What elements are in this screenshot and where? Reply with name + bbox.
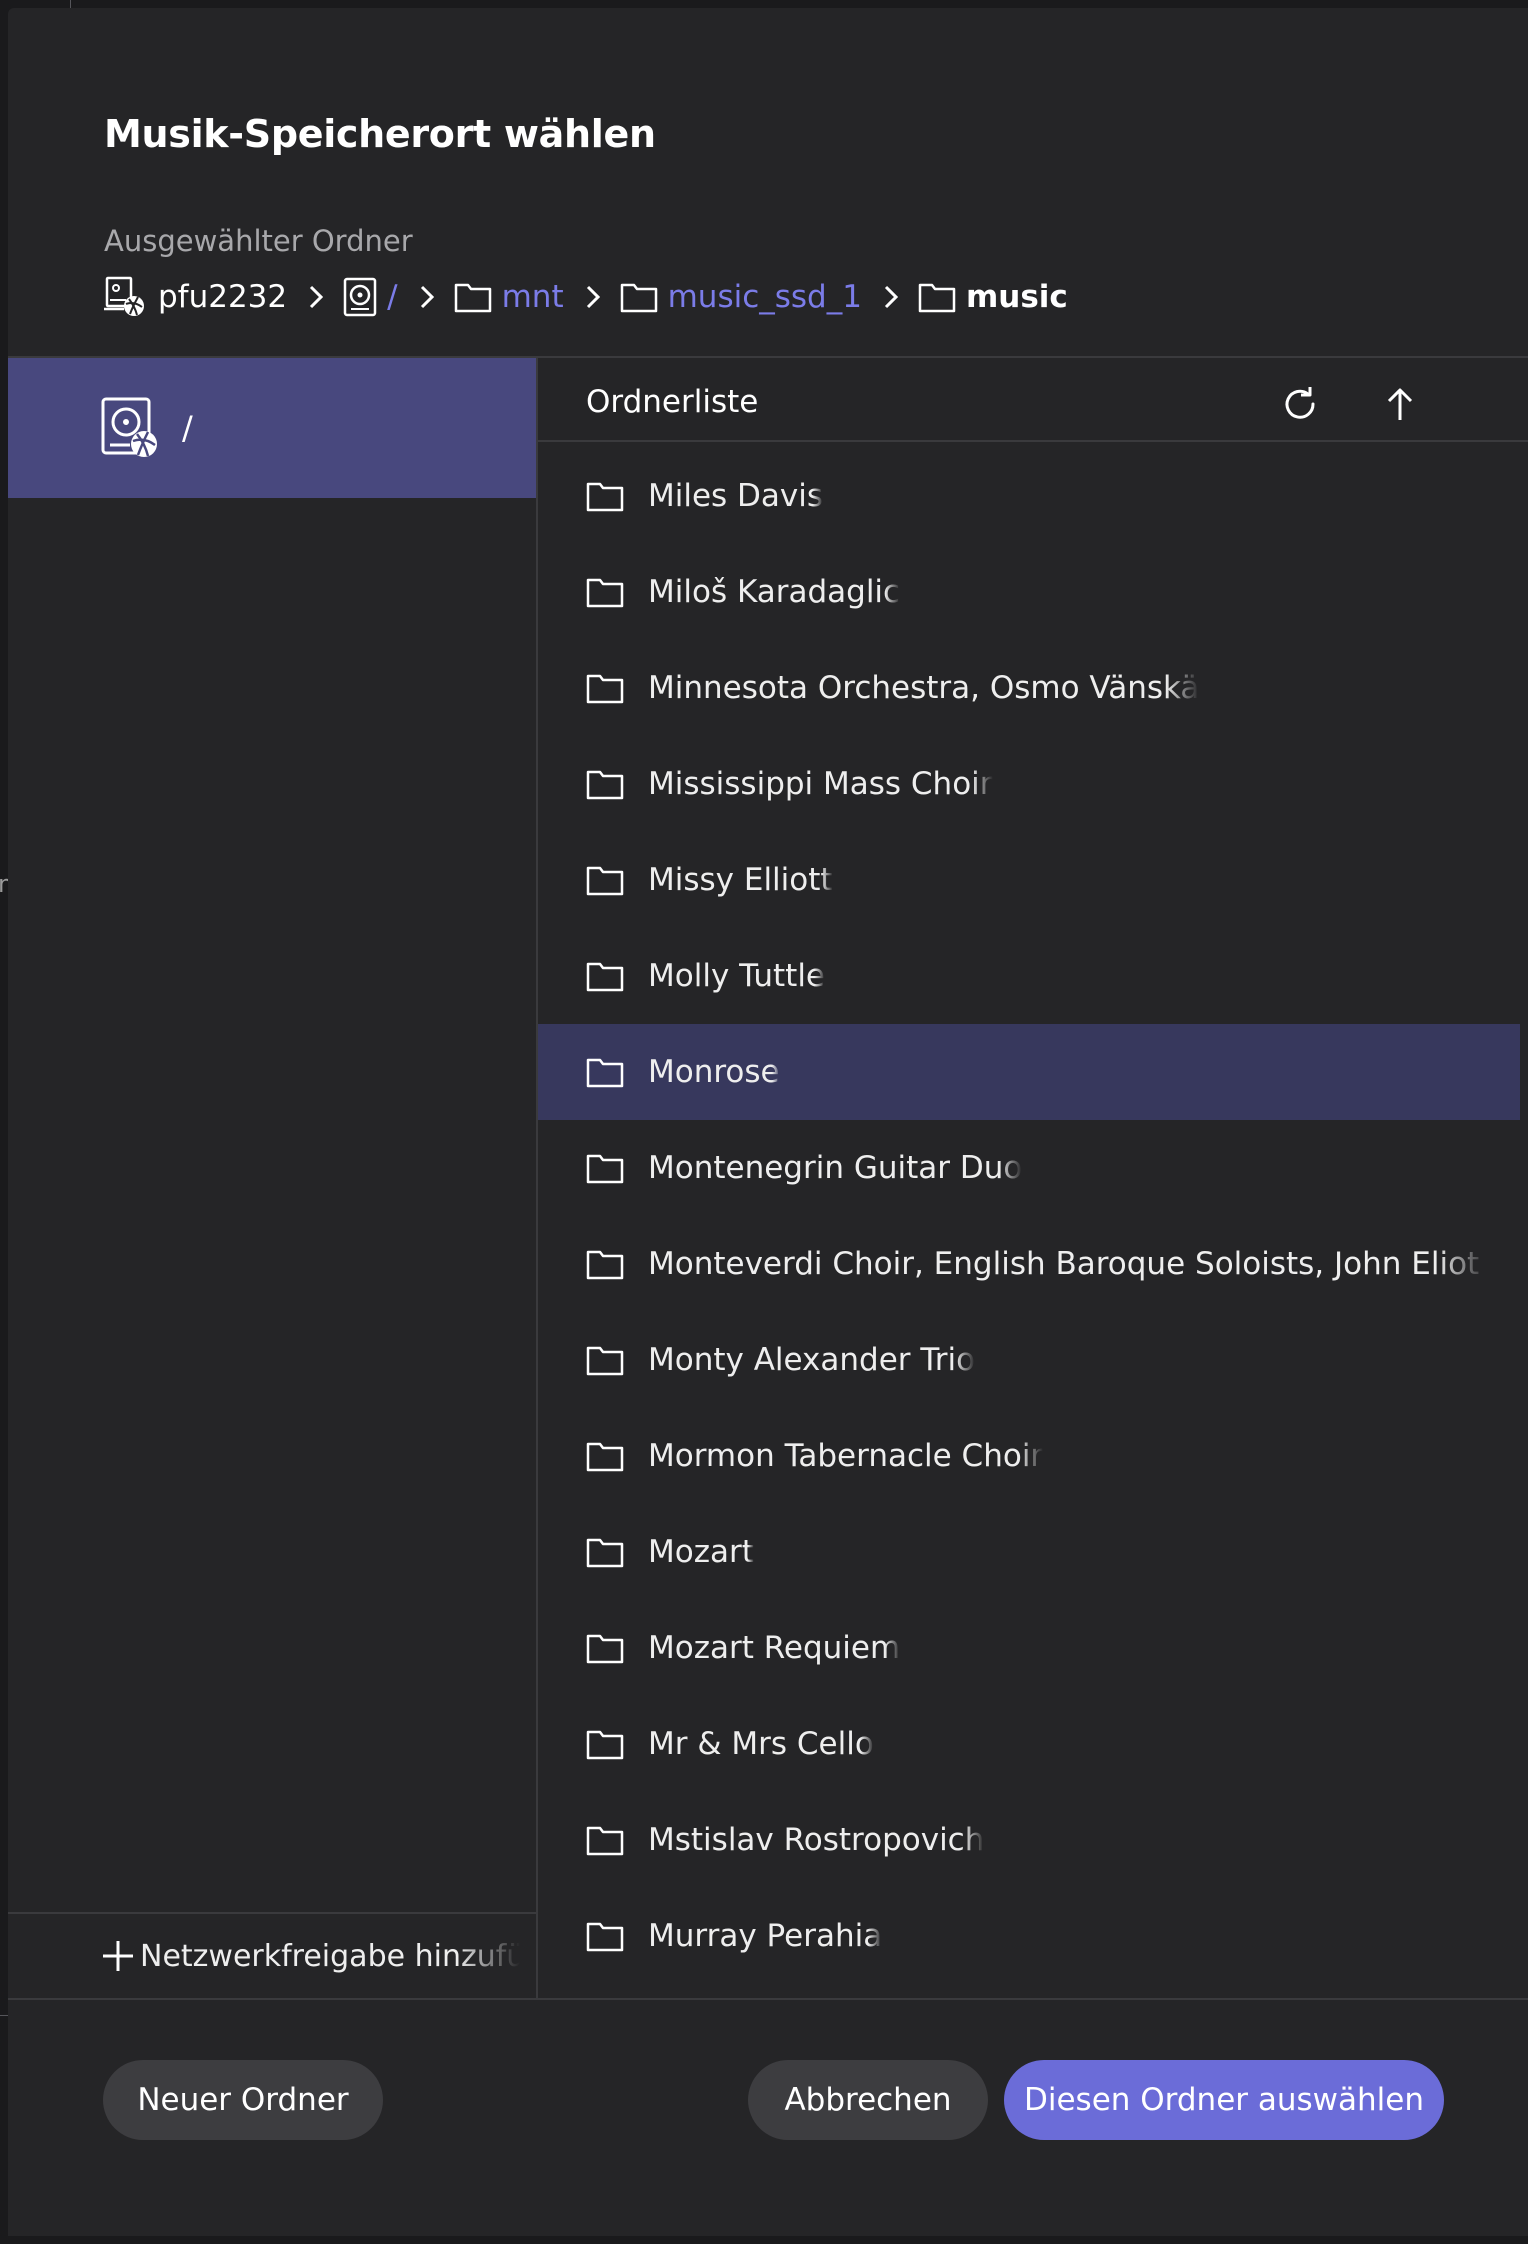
divider bbox=[8, 1998, 1528, 2000]
folder-item[interactable]: Murray Perahia bbox=[538, 1888, 1528, 1984]
folder-item[interactable]: Mozart bbox=[538, 1504, 1528, 1600]
folder-name: Mstislav Rostropovich bbox=[648, 1822, 985, 1858]
folder-picker-dialog: Musik-Speicherort wählen Ausgewählter Or… bbox=[8, 8, 1528, 2236]
add-share-label: Netzwerkfreigabe hinzufü bbox=[140, 1938, 520, 1974]
chevron-right-icon bbox=[884, 285, 898, 309]
folder-name: Mozart Requiem bbox=[648, 1630, 901, 1666]
choose-folder-button[interactable]: Diesen Ordner auswählen bbox=[1004, 2060, 1444, 2140]
server-icon bbox=[104, 276, 148, 318]
breadcrumb-item-music-ssd-1[interactable]: music_ssd_1 bbox=[620, 279, 862, 315]
backdrop-divider bbox=[70, 0, 71, 8]
folder-list-title: Ordnerliste bbox=[586, 384, 759, 420]
folder-item[interactable]: Mississippi Mass Choir bbox=[538, 736, 1528, 832]
network-drive-icon bbox=[100, 396, 160, 460]
chevron-right-icon bbox=[420, 285, 434, 309]
breadcrumb-item-music: music bbox=[918, 279, 1068, 315]
folder-item[interactable]: Monteverdi Choir, English Baroque Solois… bbox=[538, 1216, 1528, 1312]
folder-item[interactable]: Missy Elliott bbox=[538, 832, 1528, 928]
folder-name: Monty Alexander Trio bbox=[648, 1342, 976, 1378]
storage-sidebar: / Netzwerkfreigabe hinzufü bbox=[8, 358, 536, 1998]
breadcrumb-label: music bbox=[965, 279, 1068, 315]
folder-icon bbox=[586, 1632, 624, 1664]
dialog-title: Musik-Speicherort wählen bbox=[104, 112, 656, 156]
breadcrumb-item-mnt[interactable]: mnt bbox=[454, 279, 564, 315]
folder-icon bbox=[586, 1728, 624, 1760]
backdrop-divider bbox=[0, 2015, 8, 2016]
folder-name: Mississippi Mass Choir bbox=[648, 766, 993, 802]
folder-icon bbox=[586, 768, 624, 800]
breadcrumb-label: mnt bbox=[501, 279, 564, 315]
folder-icon bbox=[586, 960, 624, 992]
folder-item[interactable]: Mr & Mrs Cello bbox=[538, 1696, 1528, 1792]
folder-item[interactable]: Molly Tuttle bbox=[538, 928, 1528, 1024]
folder-icon bbox=[586, 1344, 624, 1376]
folder-item[interactable]: Montenegrin Guitar Duo bbox=[538, 1120, 1528, 1216]
breadcrumb-label: music_ssd_1 bbox=[667, 279, 862, 315]
folder-icon bbox=[586, 1152, 624, 1184]
folder-icon bbox=[586, 1440, 624, 1472]
breadcrumb-label: pfu2232 bbox=[158, 279, 288, 315]
plus-icon bbox=[100, 1938, 136, 1974]
folder-item[interactable]: Miles Davis bbox=[538, 448, 1528, 544]
breadcrumb: pfu2232 / mnt music_ssd_1 music bbox=[104, 272, 1068, 322]
folder-item[interactable]: Monty Alexander Trio bbox=[538, 1312, 1528, 1408]
chevron-right-icon bbox=[309, 285, 324, 309]
folder-icon bbox=[918, 281, 956, 313]
breadcrumb-item-root[interactable]: / bbox=[343, 277, 398, 317]
folder-icon bbox=[586, 1056, 624, 1088]
add-network-share-button[interactable]: Netzwerkfreigabe hinzufü bbox=[100, 1938, 520, 1974]
folder-icon bbox=[586, 480, 624, 512]
refresh-icon[interactable] bbox=[1280, 384, 1320, 424]
sidebar-item-label: / bbox=[182, 409, 193, 447]
folder-name: Montenegrin Guitar Duo bbox=[648, 1150, 1023, 1186]
chevron-right-icon bbox=[586, 285, 600, 309]
folder-item[interactable]: Mormon Tabernacle Choir bbox=[538, 1408, 1528, 1504]
folder-name: Molly Tuttle bbox=[648, 958, 826, 994]
folder-item[interactable]: Minnesota Orchestra, Osmo Vänskä bbox=[538, 640, 1528, 736]
folder-name: Miloš Karadaglic bbox=[648, 574, 901, 610]
breadcrumb-label: / bbox=[387, 279, 398, 315]
folder-icon bbox=[586, 1248, 624, 1280]
new-folder-button[interactable]: Neuer Ordner bbox=[103, 2060, 383, 2140]
folder-icon bbox=[454, 281, 492, 313]
folder-item[interactable]: Mozart Requiem bbox=[538, 1600, 1528, 1696]
folder-name: Missy Elliott bbox=[648, 862, 833, 898]
folder-name: Monrose bbox=[648, 1054, 780, 1090]
folder-name: Mormon Tabernacle Choir bbox=[648, 1438, 1044, 1474]
folder-name: Miles Davis bbox=[648, 478, 824, 514]
sidebar-item-root[interactable]: / bbox=[8, 358, 536, 498]
drive-icon bbox=[343, 277, 377, 317]
folder-item[interactable]: Mstislav Rostropovich bbox=[538, 1792, 1528, 1888]
arrow-up-icon[interactable] bbox=[1380, 384, 1420, 424]
folder-list-header: Ordnerliste bbox=[538, 358, 1528, 446]
folder-name: Mr & Mrs Cello bbox=[648, 1726, 874, 1762]
folder-item[interactable]: Miloš Karadaglic bbox=[538, 544, 1528, 640]
breadcrumb-item-server[interactable]: pfu2232 bbox=[104, 276, 287, 318]
folder-icon bbox=[586, 1536, 624, 1568]
folder-name: Monteverdi Choir, English Baroque Solois… bbox=[648, 1246, 1488, 1282]
folder-icon bbox=[620, 281, 658, 313]
folder-icon bbox=[586, 864, 624, 896]
folder-icon bbox=[586, 1824, 624, 1856]
folder-item-selected[interactable]: Monrose bbox=[538, 1024, 1520, 1120]
folder-list-panel: Ordnerliste Miles Davis Miloš Karadaglic… bbox=[538, 358, 1528, 1998]
cancel-button[interactable]: Abbrechen bbox=[748, 2060, 988, 2140]
folder-icon bbox=[586, 672, 624, 704]
folder-name: Minnesota Orchestra, Osmo Vänskä bbox=[648, 670, 1200, 706]
folder-name: Murray Perahia bbox=[648, 1918, 883, 1954]
folder-name: Mozart bbox=[648, 1534, 754, 1570]
selected-folder-label: Ausgewählter Ordner bbox=[104, 224, 413, 258]
folder-icon bbox=[586, 1920, 624, 1952]
folder-icon bbox=[586, 576, 624, 608]
folder-list: Miles Davis Miloš Karadaglic Minnesota O… bbox=[538, 448, 1528, 1984]
